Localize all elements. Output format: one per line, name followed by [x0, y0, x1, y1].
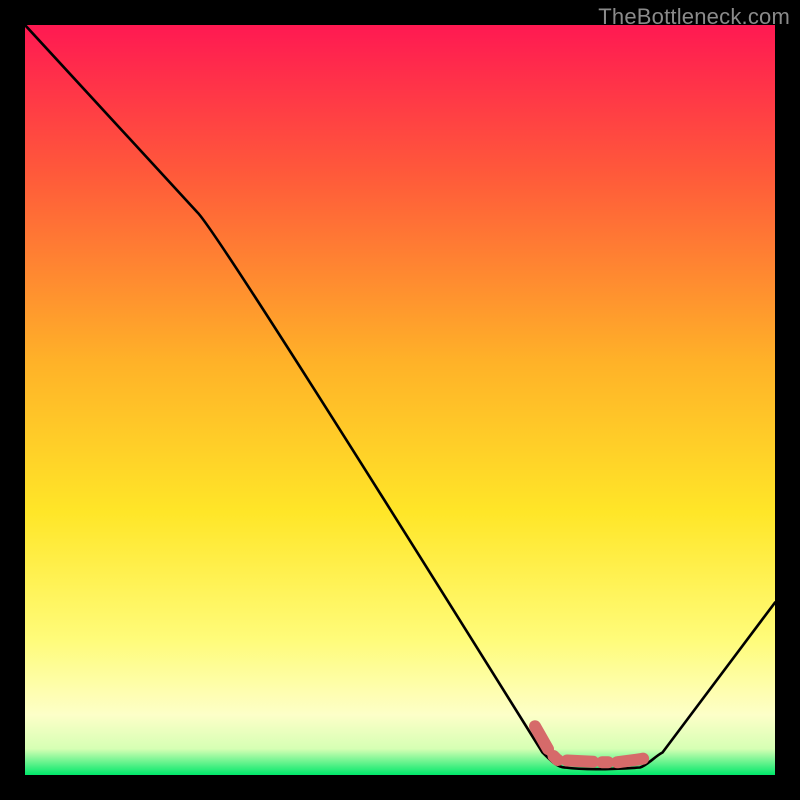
- optimal-range-highlight: [535, 726, 648, 762]
- chart-frame: TheBottleneck.com: [0, 0, 800, 800]
- plot-area: [25, 25, 775, 775]
- bottleneck-curve: [25, 25, 775, 769]
- watermark-label: TheBottleneck.com: [598, 4, 790, 30]
- curve-layer: [25, 25, 775, 775]
